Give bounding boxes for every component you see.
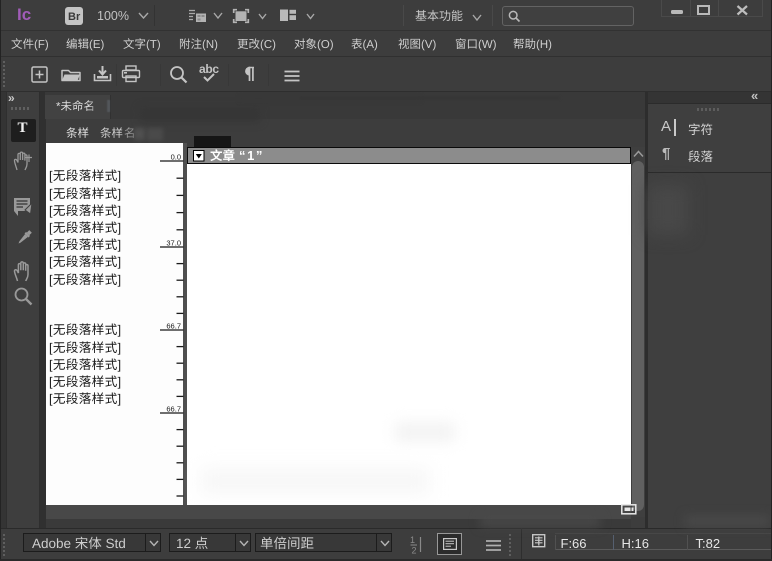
svg-text:0.0: 0.0 [171, 153, 181, 162]
svg-text:2: 2 [412, 546, 417, 555]
svg-text:37.0: 37.0 [166, 239, 181, 248]
svg-text:66.7: 66.7 [166, 405, 181, 414]
svg-text:66.7: 66.7 [166, 322, 181, 331]
svg-text:1: 1 [410, 535, 415, 545]
